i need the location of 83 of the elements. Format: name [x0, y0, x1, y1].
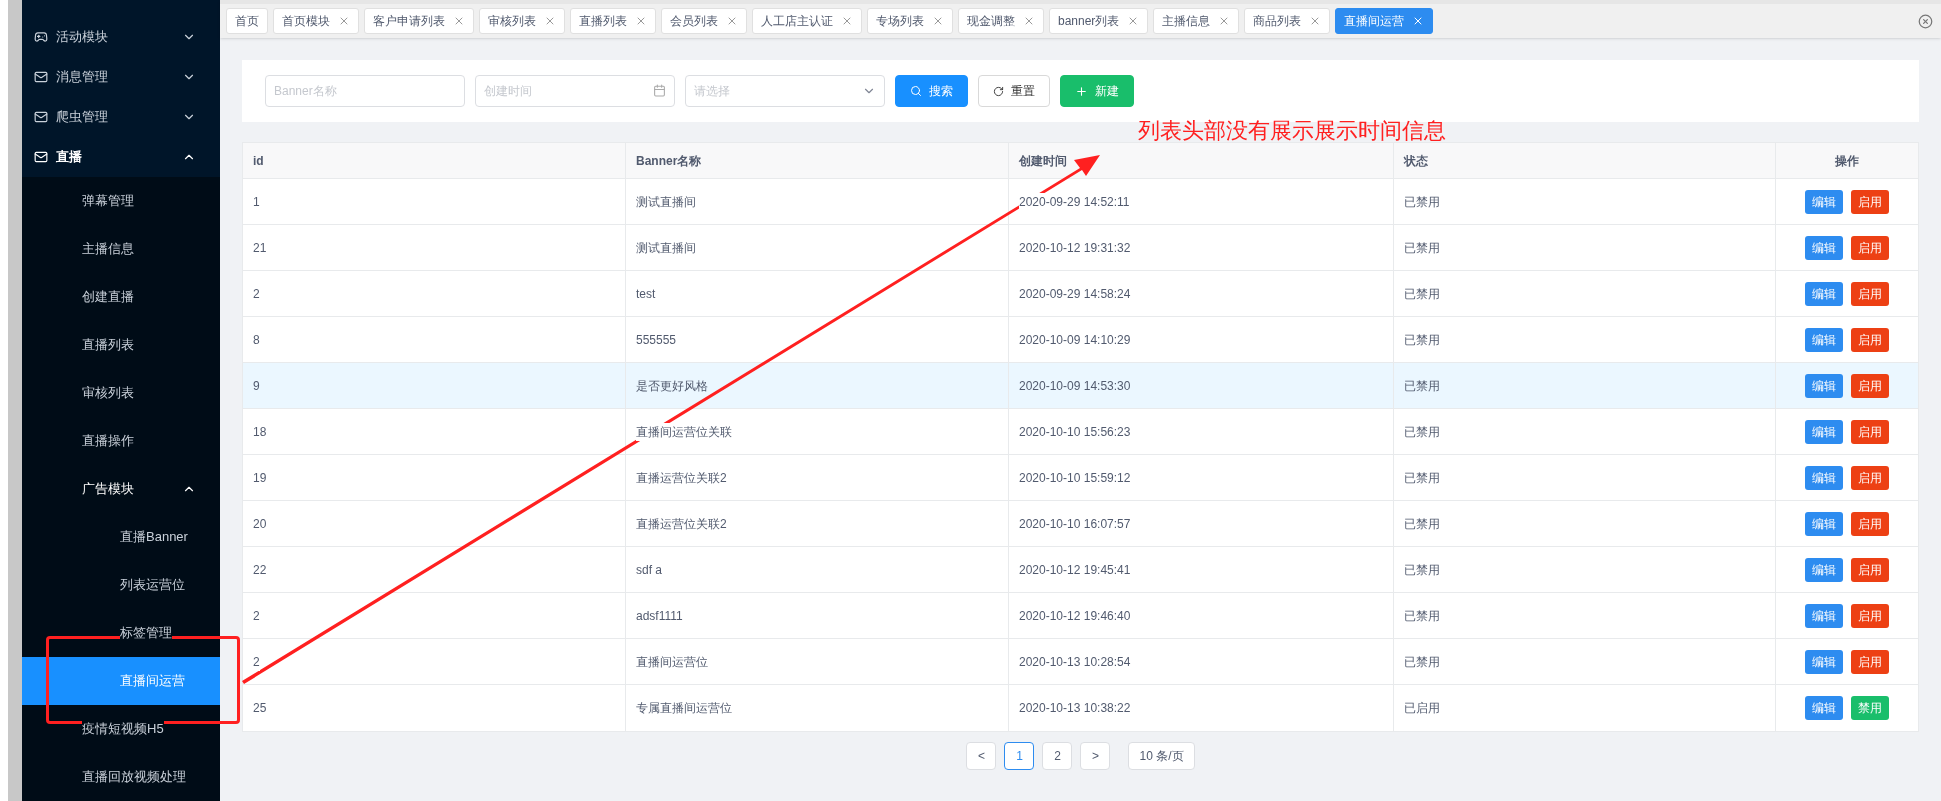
mail-icon: [34, 150, 48, 164]
table-cell: 专属直播间运营位: [636, 699, 732, 717]
sidebar-item[interactable]: 审核列表: [22, 369, 220, 417]
calendar-icon: [653, 84, 666, 97]
plus-icon: [1075, 84, 1088, 98]
close-icon[interactable]: [1023, 15, 1035, 27]
sidebar-item[interactable]: 爬虫管理: [22, 97, 220, 137]
table-row[interactable]: 2 adsf1111 2020-10-12 19:46:40 已禁用 编辑 启用: [243, 593, 1918, 639]
table-row[interactable]: 1 测试直播间 2020-09-29 14:52:11 已禁用 编辑 启用: [243, 179, 1918, 225]
close-icon[interactable]: [932, 15, 944, 27]
enable-button[interactable]: 启用: [1851, 327, 1889, 352]
enable-button[interactable]: 启用: [1851, 189, 1889, 214]
sidebar-item[interactable]: 直播列表: [22, 321, 220, 369]
tab[interactable]: 首页模块: [273, 8, 359, 34]
tab[interactable]: 会员列表: [661, 8, 747, 34]
table-row[interactable]: 22 sdf a 2020-10-12 19:45:41 已禁用 编辑 启用: [243, 547, 1918, 593]
tab[interactable]: 审核列表: [479, 8, 565, 34]
sidebar-item[interactable]: 标签管理: [22, 609, 220, 657]
tab[interactable]: 专场列表: [867, 8, 953, 34]
table-row[interactable]: 2 直播间运营位 2020-10-13 10:28:54 已禁用 编辑 启用: [243, 639, 1918, 685]
sidebar-item[interactable]: 活动模块: [22, 17, 220, 57]
enable-button[interactable]: 启用: [1851, 603, 1889, 628]
prev-page-button[interactable]: <: [966, 742, 997, 770]
annotation-text: 列表头部没有展示展示时间信息: [1138, 120, 1446, 142]
sidebar-item[interactable]: 直播回放视频处理: [22, 753, 220, 801]
search-icon: [910, 85, 922, 97]
mail-icon: [34, 110, 48, 124]
close-icon[interactable]: [841, 15, 853, 27]
banner-name-field[interactable]: Banner名称: [265, 75, 465, 107]
table-row[interactable]: 19 直播运营位关联2 2020-10-10 15:59:12 已禁用 编辑 启用: [243, 455, 1918, 501]
table-row[interactable]: 2 test 2020-09-29 14:58:24 已禁用 编辑 启用: [243, 271, 1918, 317]
enable-button[interactable]: 启用: [1851, 465, 1889, 490]
enable-button[interactable]: 启用: [1851, 373, 1889, 398]
sidebar-item[interactable]: 疫情短视频H5: [22, 705, 220, 753]
tab[interactable]: 客户申请列表: [364, 8, 474, 34]
table-cell: 直播间运营位关联: [636, 422, 732, 441]
table-row[interactable]: 18 直播间运营位关联 2020-10-10 15:56:23 已禁用 编辑 启用: [243, 409, 1918, 455]
tab[interactable]: 现金调整: [958, 8, 1044, 34]
sidebar-item[interactable]: 直播: [22, 137, 220, 177]
column-header: 操作: [1835, 152, 1859, 170]
gamepad-icon: [34, 30, 48, 44]
table-row[interactable]: 8 555555 2020-10-09 14:10:29 已禁用 编辑 启用: [243, 317, 1918, 363]
close-icon[interactable]: [338, 15, 350, 27]
refresh-icon: [993, 85, 1004, 97]
enable-button[interactable]: 启用: [1851, 649, 1889, 674]
sidebar-item[interactable]: 广告模块: [22, 465, 220, 513]
enable-button[interactable]: 启用: [1851, 557, 1889, 582]
table-row[interactable]: 9 是否更好风格 2020-10-09 14:53:30 已禁用 编辑 启用: [243, 363, 1918, 409]
enable-button[interactable]: 启用: [1851, 511, 1889, 536]
close-icon[interactable]: [635, 15, 647, 27]
tab[interactable]: banner列表: [1049, 8, 1149, 34]
close-all-icon[interactable]: [1918, 13, 1933, 29]
enable-button[interactable]: 启用: [1851, 419, 1889, 444]
page-size-select[interactable]: 10 条/页: [1128, 742, 1195, 770]
table-row[interactable]: 20 直播运营位关联2 2020-10-10 16:07:57 已禁用 编辑 启用: [243, 501, 1918, 547]
tab[interactable]: 商品列表: [1244, 8, 1331, 34]
sidebar-item[interactable]: 创建直播: [22, 273, 220, 321]
sidebar-item[interactable]: 弹幕管理: [22, 177, 220, 225]
table-cell: 2020-09-29 14:52:11: [1019, 192, 1130, 211]
sidebar-item[interactable]: 主播信息: [22, 225, 220, 273]
enable-button[interactable]: 启用: [1851, 235, 1889, 260]
close-icon[interactable]: [453, 15, 465, 27]
table-cell: 已启用: [1404, 699, 1440, 717]
close-icon[interactable]: [544, 15, 556, 27]
column-header: Banner名称: [636, 152, 702, 170]
sidebar-item[interactable]: 列表运营位: [22, 561, 220, 609]
column-header: id: [253, 152, 264, 170]
column-header: 创建时间: [1019, 152, 1067, 170]
mail-icon: [34, 70, 48, 84]
tab[interactable]: 主播信息: [1153, 8, 1240, 34]
next-page-button[interactable]: >: [1080, 742, 1111, 770]
sidebar-item[interactable]: 直播操作: [22, 417, 220, 465]
tab[interactable]: 人工店主认证: [752, 8, 862, 34]
page-button[interactable]: 2: [1042, 742, 1073, 770]
tab[interactable]: 首页: [226, 8, 268, 34]
sidebar-item[interactable]: 消息管理: [22, 57, 220, 97]
enable-button[interactable]: 启用: [1851, 281, 1889, 306]
column-header: 状态: [1404, 152, 1428, 170]
close-icon[interactable]: [726, 15, 738, 27]
reset-button[interactable]: 重置: [978, 75, 1050, 107]
tab[interactable]: 直播列表: [570, 8, 656, 34]
sidebar-item[interactable]: 直播Banner: [22, 513, 220, 561]
table-row[interactable]: 21 测试直播间 2020-10-12 19:31:32 已禁用 编辑 启用: [243, 225, 1918, 271]
